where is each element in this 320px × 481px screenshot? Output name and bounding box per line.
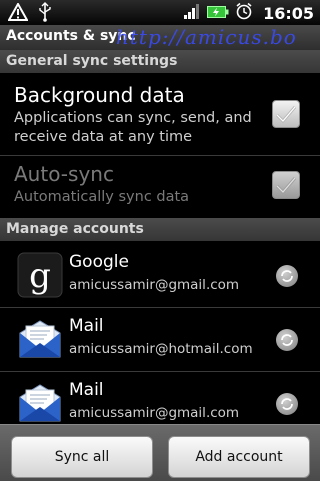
pref-title: Background data xyxy=(14,83,185,107)
svg-text:g: g xyxy=(29,256,51,296)
sync-icon[interactable] xyxy=(276,329,298,351)
warning-icon xyxy=(7,1,29,25)
watermark: http://amicus.bo xyxy=(116,25,297,49)
pref-summary: Applications can sync, send, and receive… xyxy=(14,110,252,145)
signal-icon xyxy=(183,3,201,23)
check-icon xyxy=(275,106,297,124)
mail-icon xyxy=(17,380,63,426)
account-email: amicussamir@hotmail.com xyxy=(69,341,253,357)
battery-icon xyxy=(207,4,229,23)
account-name: Mail xyxy=(69,380,104,400)
sync-all-button[interactable]: Sync all xyxy=(11,436,153,478)
account-row-google[interactable]: g Google amicussamir@gmail.com xyxy=(0,244,320,307)
alarm-icon xyxy=(235,2,253,24)
section-header-general: General sync settings xyxy=(0,50,320,73)
check-icon xyxy=(275,177,297,195)
account-email: amicussamir@gmail.com xyxy=(69,405,240,421)
pref-title: Auto-sync xyxy=(14,162,114,186)
clock: 16:05 xyxy=(263,3,314,23)
pref-summary: Automatically sync data xyxy=(14,189,190,205)
title-bar: Accounts & sync http://amicus.bo xyxy=(0,25,320,51)
mail-icon xyxy=(17,316,63,362)
account-email: amicussamir@gmail.com xyxy=(69,277,240,293)
bottom-action-bar: Sync all Add account xyxy=(0,424,320,481)
auto-sync-checkbox[interactable] xyxy=(272,171,300,199)
sync-icon[interactable] xyxy=(276,393,298,415)
account-name: Google xyxy=(69,252,129,272)
pref-background-data[interactable]: Background data Applications can sync, s… xyxy=(0,73,320,155)
background-data-checkbox[interactable] xyxy=(272,100,300,128)
account-row-mail-hotmail[interactable]: Mail amicussamir@hotmail.com xyxy=(0,308,320,371)
usb-icon xyxy=(38,2,52,26)
status-bar: 16:05 xyxy=(0,0,320,25)
google-icon: g xyxy=(17,252,63,298)
pref-auto-sync[interactable]: Auto-sync Automatically sync data xyxy=(0,156,320,218)
add-account-button[interactable]: Add account xyxy=(168,436,310,478)
sync-icon[interactable] xyxy=(276,265,298,287)
section-header-manage: Manage accounts xyxy=(0,218,320,241)
account-name: Mail xyxy=(69,316,104,336)
